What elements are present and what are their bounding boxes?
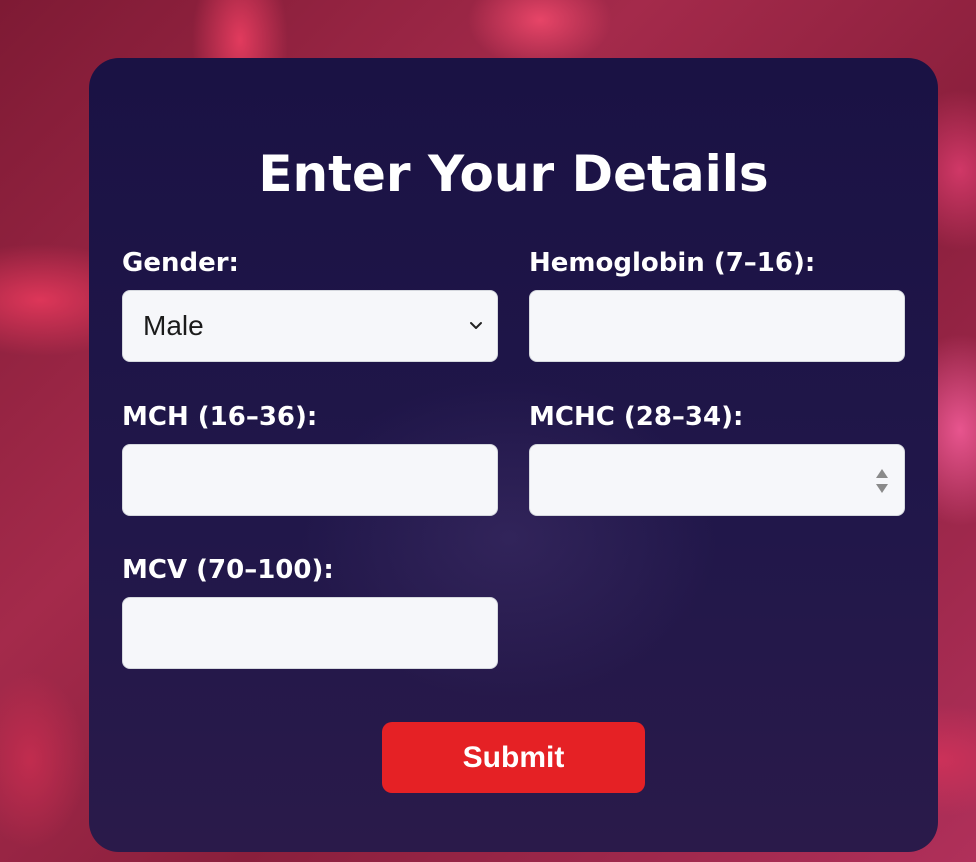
mchc-label: MCHC (28–34): <box>529 402 744 432</box>
mcv-input[interactable] <box>122 597 498 669</box>
spinner-icon[interactable] <box>874 465 890 497</box>
mch-label: MCH (16–36): <box>122 402 318 432</box>
mchc-input[interactable] <box>529 444 905 516</box>
chevron-down-icon <box>470 322 482 329</box>
hemoglobin-label: Hemoglobin (7–16): <box>529 248 816 278</box>
gender-select[interactable]: Male <box>122 290 498 362</box>
gender-label: Gender: <box>122 248 239 278</box>
hemoglobin-input[interactable] <box>529 290 905 362</box>
mch-input[interactable] <box>122 444 498 516</box>
gender-selected-value: Male <box>143 310 204 341</box>
mcv-label: MCV (70–100): <box>122 555 334 585</box>
form-title: Enter Your Details <box>258 145 769 203</box>
submit-button[interactable]: Submit <box>382 722 645 793</box>
details-form-card: Enter Your Details Gender: Male Hemoglob… <box>89 58 938 852</box>
